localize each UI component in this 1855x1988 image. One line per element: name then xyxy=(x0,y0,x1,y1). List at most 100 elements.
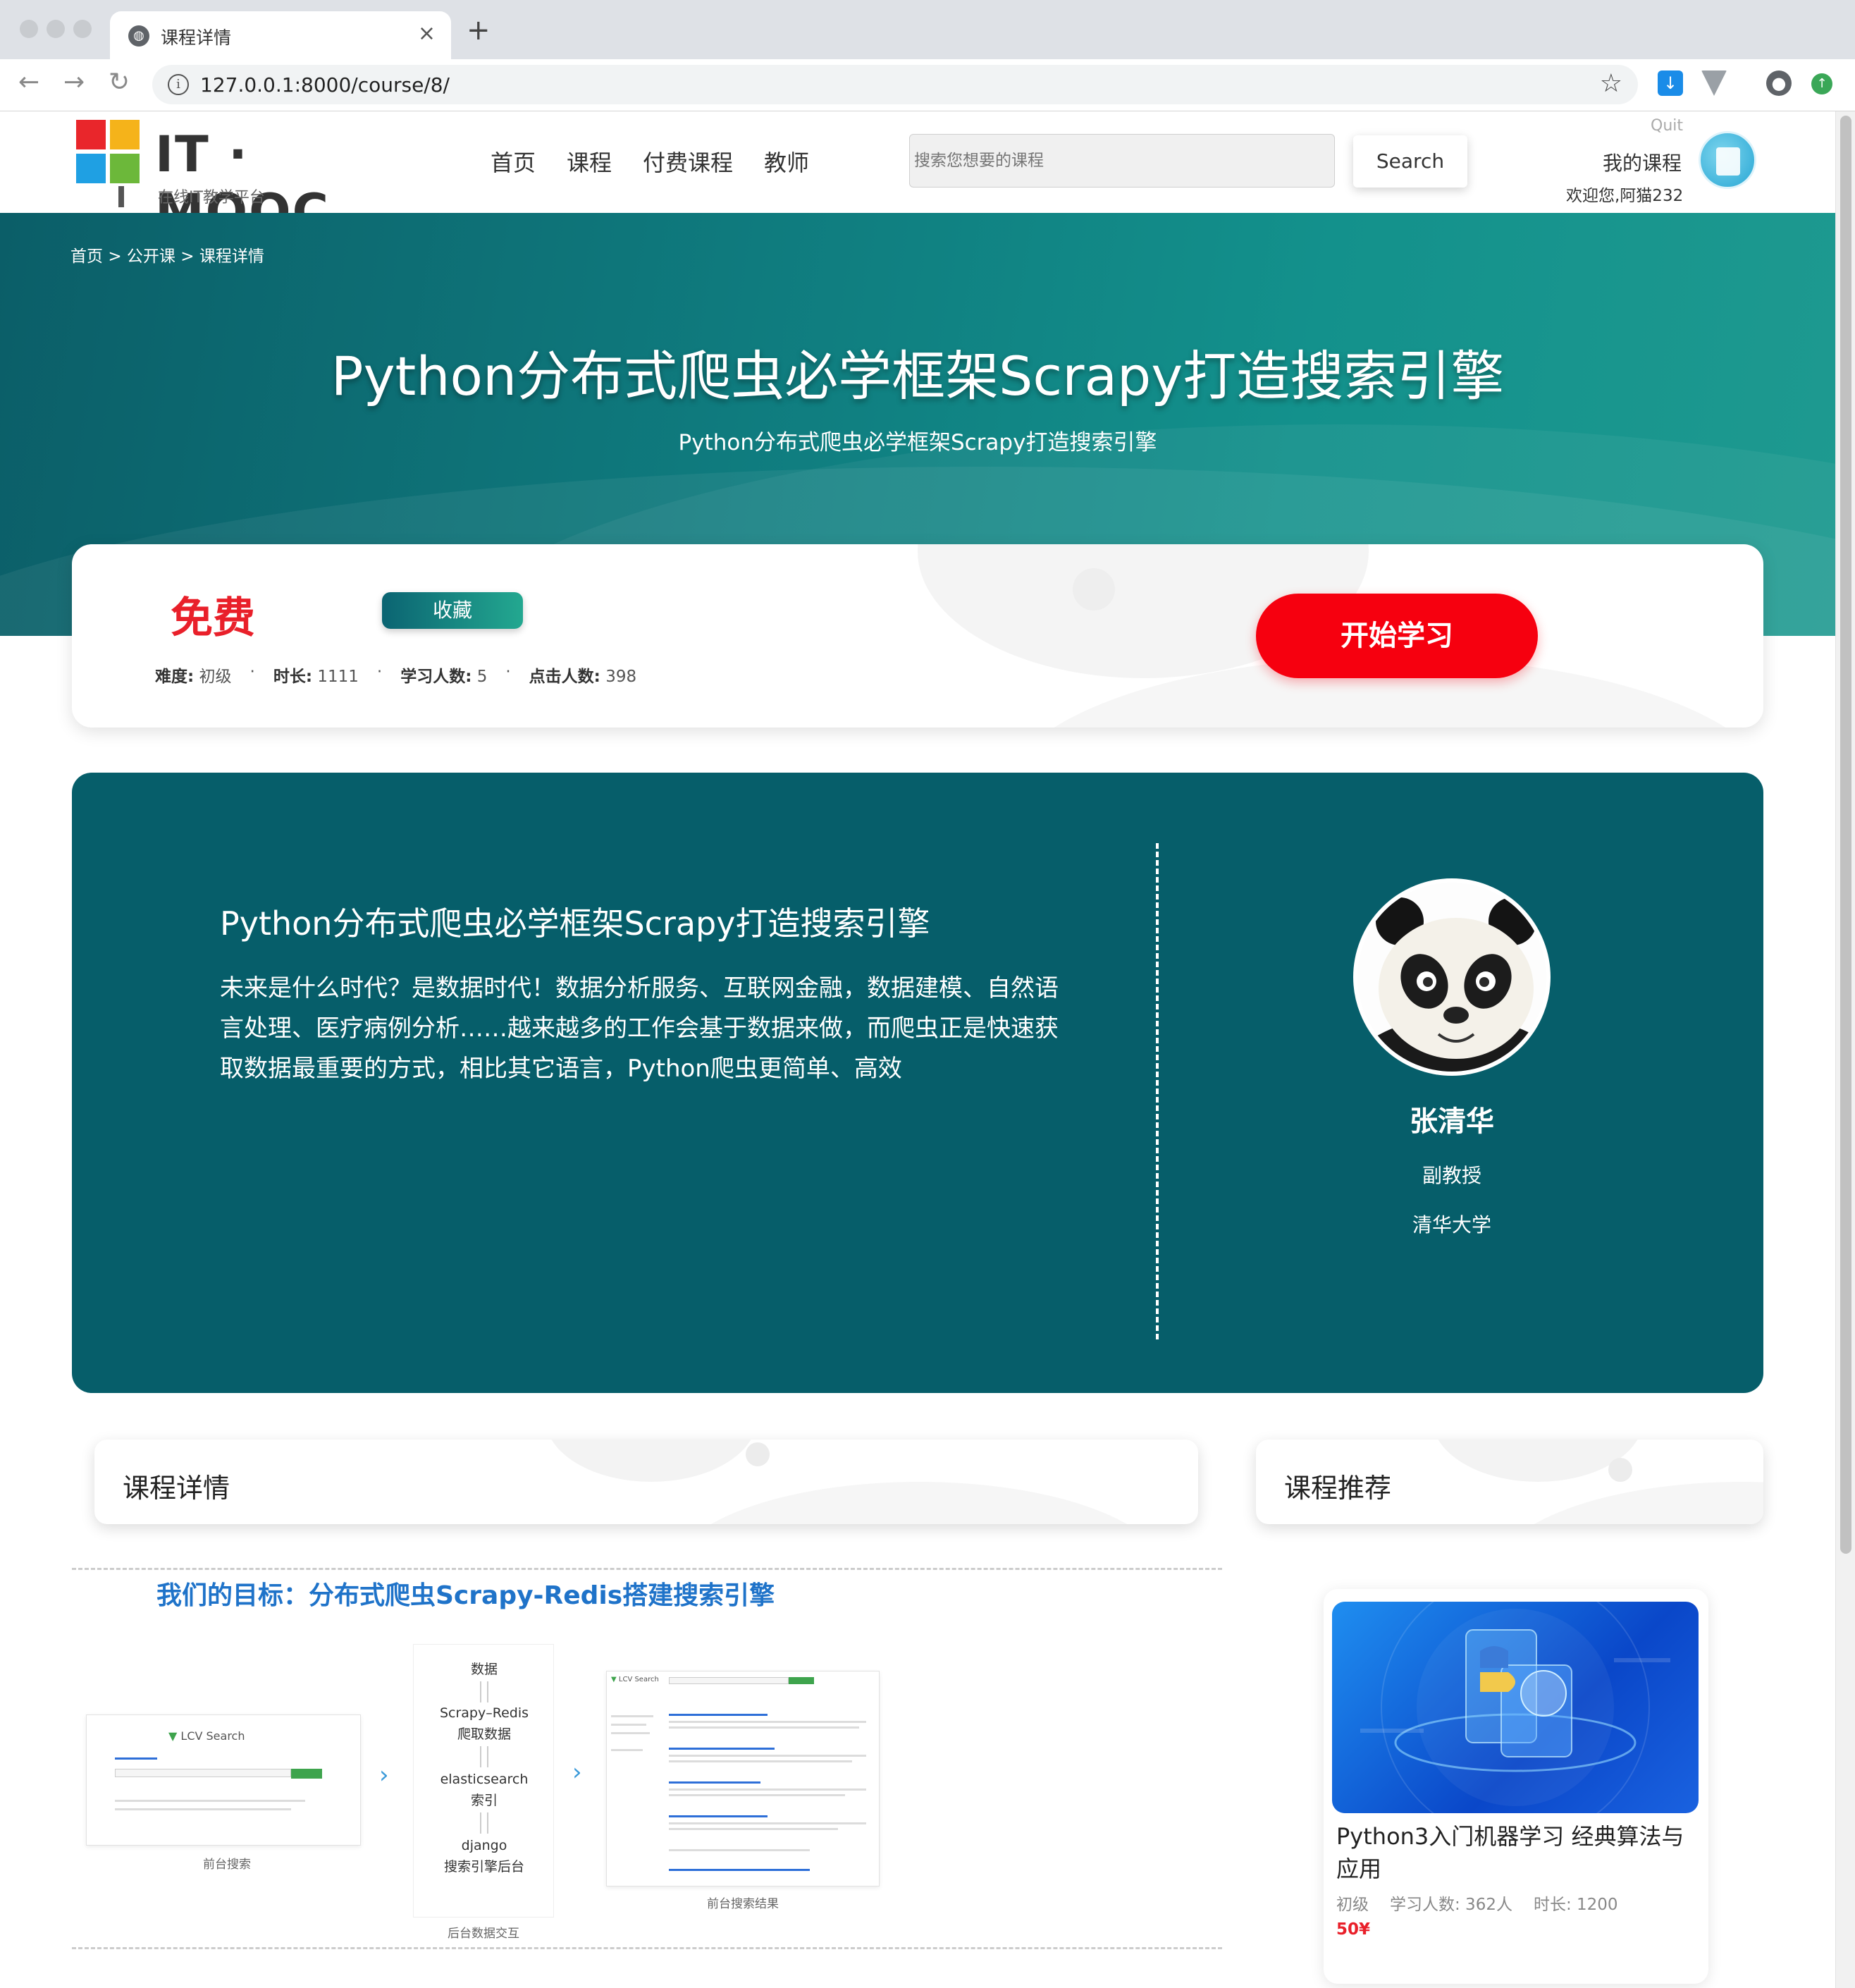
main-nav: 首页 课程 付费课程 教师 xyxy=(491,145,809,178)
breadcrumb-separator: > xyxy=(108,247,122,266)
flow-connector xyxy=(480,1746,488,1767)
recommended-course-title[interactable]: Python3入门机器学习 经典算法与应用 xyxy=(1336,1820,1703,1885)
mini-search-box xyxy=(115,1769,291,1777)
stat-separator: · xyxy=(249,663,255,681)
download-extension-icon[interactable]: ↓ xyxy=(1658,70,1683,96)
mini-search-button xyxy=(789,1677,814,1684)
scrollbar-thumb[interactable] xyxy=(1840,116,1851,1554)
mini-text-line xyxy=(115,1800,305,1802)
window-minimize-dot[interactable] xyxy=(47,20,65,38)
window-zoom-dot[interactable] xyxy=(73,20,92,38)
mini-tabs xyxy=(115,1757,157,1760)
python-cover-illustration xyxy=(1360,1602,1670,1813)
backend-caption: 后台数据交互 xyxy=(448,1927,519,1941)
window-close-dot[interactable] xyxy=(20,20,38,38)
site-logo[interactable]: IT · MOOC 在线IT教学平台 xyxy=(76,120,429,241)
mini-result-text xyxy=(669,1822,866,1824)
results-caption: 前台搜索结果 xyxy=(707,1897,779,1911)
card-decoration xyxy=(1073,568,1115,610)
stat-separator: · xyxy=(505,663,511,681)
search-button[interactable]: Search xyxy=(1353,135,1467,188)
nav-home[interactable]: 首页 xyxy=(491,145,536,178)
update-icon[interactable]: ↑ xyxy=(1811,73,1832,94)
teacher-school: 清华大学 xyxy=(1412,1213,1491,1237)
recommended-course-cover[interactable] xyxy=(1332,1602,1699,1813)
backend-flow-diagram: 数据 Scrapy–Redis 爬取数据 elasticsearch 索引 dj… xyxy=(413,1644,554,1918)
profile-icon[interactable]: ● xyxy=(1766,70,1792,96)
browser-toolbar: ← → ↻ i 127.0.0.1:8000/course/8/ ☆ ↓ ● ↑ xyxy=(0,59,1855,111)
teacher-name[interactable]: 张清华 xyxy=(1270,1098,1634,1139)
course-intro-panel: Python分布式爬虫必学框架Scrapy打造搜索引擎 未来是什么时代？是数据时… xyxy=(72,773,1763,1393)
card-decoration xyxy=(1608,1458,1632,1482)
mini-result-title xyxy=(669,1815,768,1817)
breadcrumb-open-courses[interactable]: 公开课 xyxy=(127,247,175,266)
flow-crawl-data: 爬取数据 xyxy=(457,1726,511,1742)
browser-tab[interactable]: ◍ 课程详情 × xyxy=(110,11,451,59)
course-description: 未来是什么时代？是数据时代！数据分析服务、互联网金融，数据建模、自然语言处理、医… xyxy=(220,974,1059,1083)
forward-icon[interactable]: → xyxy=(63,68,85,97)
close-icon[interactable]: × xyxy=(418,21,436,46)
stat-separator: · xyxy=(376,663,383,681)
bookmark-star-icon[interactable]: ☆ xyxy=(1600,69,1622,98)
course-info-card: 免费 收藏 难度: 初级 · 时长: 1111 · 学习人数: 5 · 点击人数… xyxy=(72,544,1763,728)
chevron-right-icon: › xyxy=(572,1758,582,1786)
tab-title: 课程详情 xyxy=(161,27,232,48)
nav-teachers[interactable]: 教师 xyxy=(764,145,809,178)
mini-result-title xyxy=(669,1714,768,1716)
mini-sidebar-line xyxy=(611,1715,653,1717)
mini-result-text xyxy=(669,1788,866,1791)
logo-square-green xyxy=(110,154,140,183)
user-avatar[interactable] xyxy=(1699,131,1756,189)
nav-paid-courses[interactable]: 付费课程 xyxy=(643,145,733,178)
course-recommend-title: 课程推荐 xyxy=(1284,1473,1392,1504)
address-bar[interactable]: i 127.0.0.1:8000/course/8/ ☆ xyxy=(152,65,1638,104)
mini-text-line xyxy=(115,1808,291,1810)
stat-clicks: 点击人数: 398 xyxy=(529,668,637,686)
chevron-right-icon: › xyxy=(379,1761,389,1789)
page-scrollbar[interactable] xyxy=(1835,111,1855,1988)
mini-result-title xyxy=(669,1748,775,1750)
search-results-screenshot: ▼ LCV Search xyxy=(606,1671,880,1886)
flow-connector xyxy=(480,1681,488,1702)
quit-link[interactable]: Quit xyxy=(1651,117,1683,135)
recommended-course-card[interactable]: Python3入门机器学习 经典算法与应用 初级 学习人数: 362人 时长: … xyxy=(1324,1589,1708,1984)
mini-sidebar-line xyxy=(611,1724,646,1726)
teacher-avatar[interactable] xyxy=(1353,878,1551,1076)
teacher-title: 副教授 xyxy=(1422,1164,1481,1187)
search-input[interactable] xyxy=(909,134,1335,188)
logo-subtitle: 在线IT教学平台 xyxy=(158,189,265,207)
recommended-course-level: 初级 xyxy=(1336,1896,1369,1914)
mini-result-text xyxy=(669,1828,838,1830)
logo-square-yellow xyxy=(110,120,140,149)
vue-extension-icon[interactable] xyxy=(1701,70,1727,96)
globe-icon: ◍ xyxy=(128,25,149,47)
reload-icon[interactable]: ↻ xyxy=(109,68,130,97)
mini-result-title xyxy=(669,1781,760,1784)
breadcrumb: 首页 > 公开课 > 课程详情 xyxy=(70,243,264,266)
info-icon[interactable]: i xyxy=(168,74,189,95)
mini-result-text xyxy=(669,1721,866,1723)
start-learning-button[interactable]: 开始学习 xyxy=(1256,594,1538,678)
mini-sidebar-line xyxy=(611,1749,643,1751)
site-header: IT · MOOC 在线IT教学平台 首页 课程 付费课程 教师 Search … xyxy=(0,111,1835,241)
breadcrumb-current: 课程详情 xyxy=(199,247,264,266)
back-icon[interactable]: ← xyxy=(18,68,39,97)
course-detail-title: 课程详情 xyxy=(123,1473,230,1504)
logo-square-red xyxy=(76,120,106,149)
recommended-course-duration: 时长: 1200 xyxy=(1533,1896,1618,1914)
mini-sidebar-line xyxy=(611,1732,650,1734)
breadcrumb-home[interactable]: 首页 xyxy=(70,247,103,266)
flow-search-backend: 搜索引擎后台 xyxy=(443,1859,524,1875)
nav-courses[interactable]: 课程 xyxy=(567,145,612,178)
stat-difficulty: 难度: 初级 xyxy=(155,668,232,686)
flow-elasticsearch: elasticsearch xyxy=(440,1772,529,1787)
recommended-course-meta: 初级 学习人数: 362人 时长: 1200 xyxy=(1336,1891,1618,1915)
mini-result-text xyxy=(669,1726,859,1729)
mini-search-box xyxy=(669,1677,789,1684)
new-tab-icon[interactable]: + xyxy=(467,14,491,47)
logo-square-blue xyxy=(76,154,106,183)
browser-tab-strip: ◍ 课程详情 × + xyxy=(0,0,1855,59)
mini-related-links xyxy=(669,1869,810,1871)
favorite-button[interactable]: 收藏 xyxy=(382,592,523,629)
my-course-link[interactable]: 我的课程 xyxy=(1603,148,1682,176)
